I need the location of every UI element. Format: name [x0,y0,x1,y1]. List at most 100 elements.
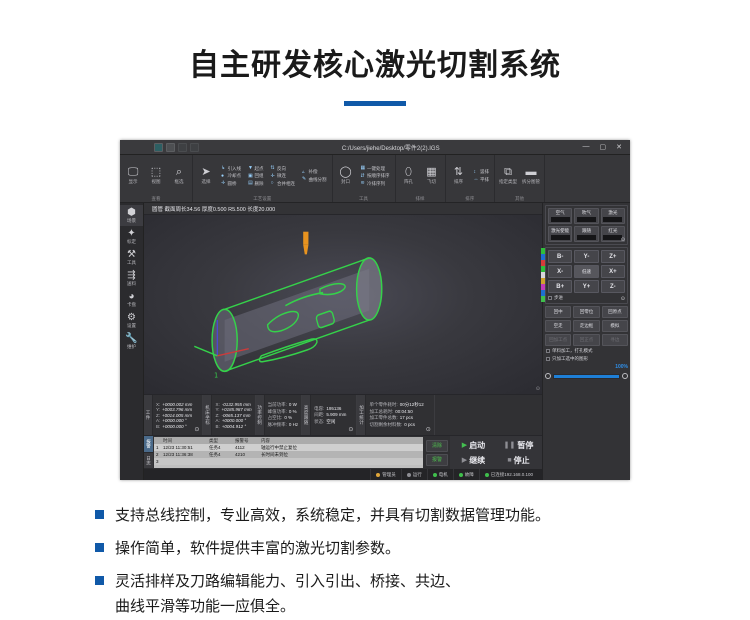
ribbon-button-display[interactable]: 🖵 显示 [123,157,143,195]
table-row[interactable]: 2 12/23 11:36:38 任务4 4210 长时间未到位 [154,451,423,458]
ribbon-item-startpoint[interactable]: ▼ 起点 [248,166,264,172]
status-tab-power[interactable]: 功率控制 [255,395,265,435]
alarm-reset-button[interactable]: 报警 [426,453,448,466]
sidebar-item-scene[interactable]: ⬢ 场景 [120,205,143,226]
ribbon-item-coldsort[interactable]: ≋ 冷排序列 [361,181,390,187]
ribbon-item-microjoint[interactable]: ✛ 微连 [271,173,296,179]
status-tab-follow[interactable]: 高度跟随 [302,395,312,435]
progress-start-icon[interactable] [545,373,551,379]
minimize-button[interactable]: — [583,143,590,151]
ribbon-button-boxselect[interactable]: ⌕ 框选 [169,157,189,195]
status-run[interactable]: 运行 [400,469,427,480]
status-motor[interactable]: 电机 [426,469,453,480]
edge-find-button[interactable]: 寻边 [601,334,628,346]
jog-speed-toggle[interactable]: 低速 [574,265,599,278]
jog-y-minus[interactable]: Y- [574,250,599,263]
follow-calibrate-button[interactable]: ⊙ [346,426,353,433]
step-checkbox[interactable] [548,296,552,300]
close-button[interactable]: ✕ [616,143,622,151]
pause-button[interactable]: ❚❚ 暂停 [496,438,541,453]
status-tab-machine[interactable]: 机床坐标 [203,395,213,435]
simulate-button[interactable]: 模拟 [601,320,628,332]
start-button[interactable]: ▶ 启动 [451,438,496,453]
option-single-material[interactable]: 单料加工，打孔模式 [545,348,628,354]
status-fault[interactable]: 故障 [452,469,479,480]
toggle-air[interactable]: 空气 [548,208,573,224]
undo-icon[interactable] [178,142,187,152]
jog-z-minus[interactable]: Z- [600,280,625,293]
sidebar-item-chuck[interactable]: ◕ 卡盘 [120,289,143,310]
ribbon-item-sortorder[interactable]: ⇵ 按顺序排序 [361,173,390,179]
jog-y-plus[interactable]: Y+ [574,280,599,293]
ribbon-item-bridge[interactable]: ✛ 圆桥 [221,181,241,187]
ribbon-button-viewmode[interactable]: ⬚ 视图 [146,157,166,195]
step-mode-row[interactable]: 步进 [548,295,625,301]
ribbon-button-settype[interactable]: ⧉ 指定类型 [498,157,518,195]
ribbon-item-horizontal[interactable]: ↔ 平排 [474,177,490,183]
resume-button[interactable]: ▶ 继续 [451,453,496,468]
workpiece-origin-button[interactable]: ⊙ [192,426,199,433]
dry-run-button[interactable]: 空走 [545,320,572,332]
single-material-checkbox[interactable] [546,349,550,353]
ribbon-item-vertical[interactable]: ↕ 竖排 [474,169,490,175]
stop-button[interactable]: ■ 停止 [496,453,541,468]
gas-settings-icon[interactable]: ⊙ [621,237,625,243]
selected-only-checkbox[interactable] [546,357,550,361]
redo-icon[interactable] [190,142,199,152]
goto-center-button[interactable]: 回中 [545,306,572,318]
table-row[interactable]: 1 12/23 11:30:51 任务4 4112 轴运行中禁止复位 [154,444,423,451]
status-tab-workpiece[interactable]: 工件 [144,395,153,435]
ribbon-item-coolpoint[interactable]: ● 冷却点 [221,173,241,179]
goto-workpoint-button[interactable]: 回加工点 [545,334,572,346]
open-file-icon[interactable] [154,142,163,152]
progress-bar[interactable] [553,373,620,379]
ribbon-button-flycut[interactable]: ▦ 飞切 [422,157,442,195]
ribbon-button-select[interactable]: ➤ 选择 [196,157,216,195]
sidebar-item-tools[interactable]: ⚒ 工具 [120,247,143,268]
toggle-laser[interactable]: 激光 [600,208,625,224]
goto-zero-button[interactable]: 回零位 [573,306,600,318]
status-tab-statistics[interactable]: 加工统计 [357,395,367,435]
toggle-blow[interactable]: 吹气 [574,208,599,224]
clear-alarms-button[interactable]: 清除 [426,439,448,452]
ribbon-item-group[interactable]: ▣ 回组 [248,173,264,179]
frame-button[interactable]: 走边框 [573,320,600,332]
ribbon-button-splittube[interactable]: ▬ 拆分图管 [521,157,541,195]
log-tab-alarm[interactable]: 报警 [144,436,153,453]
ribbon-item-leadin[interactable]: ↳ 引入线 [221,166,241,172]
jog-x-minus[interactable]: X- [548,265,573,278]
ribbon-item-reverse[interactable]: ⇅ 反向 [271,166,296,172]
log-tab-history[interactable]: 日志 [144,453,153,469]
statistics-reset-button[interactable]: ⊙ [424,426,431,433]
sidebar-item-maintenance[interactable]: 🔧 维护 [120,331,143,352]
option-selected-only[interactable]: 只加工选中的图形 [545,356,628,362]
viewport-badge[interactable]: ⊙ [536,386,540,392]
3d-viewport[interactable]: 1 ⊙ [144,215,542,394]
ribbon-button-holes[interactable]: ⬯ 阵孔 [399,157,419,195]
ribbon-button-sort[interactable]: ⇅ 排序 [449,157,469,195]
maximize-button[interactable]: ▢ [600,143,607,151]
sidebar-item-calibrate[interactable]: ✦ 标定 [120,226,143,247]
jog-b-plus[interactable]: B+ [548,280,573,293]
ribbon-item-onekey[interactable]: ▦ 一键处理 [361,166,390,172]
goto-origin-button[interactable]: 回原点 [601,306,628,318]
ribbon-item-curvesplit[interactable]: ✎ 曲线分割 [302,177,327,183]
progress-end-icon[interactable] [622,373,628,379]
toggle-laser-enable[interactable]: 激光使能 [548,226,573,242]
toggle-follow[interactable]: 跟随 [574,226,599,242]
sidebar-item-settings[interactable]: ⚙ 设置 [120,310,143,331]
ribbon-item-compensate[interactable]: ▵ 补偿 [302,169,327,175]
ribbon-item-merge[interactable]: ○ 合并相连 [271,181,296,187]
jog-z-plus[interactable]: Z+ [600,250,625,263]
save-icon[interactable] [166,142,175,152]
sidebar-item-feed[interactable]: ⇶ 送料 [120,268,143,289]
alarm-table[interactable]: 时间 类型 报警号 内容 1 12/23 11:30:51 任务4 4112 轴… [154,437,423,468]
jog-x-plus[interactable]: X+ [600,265,625,278]
jog-b-minus[interactable]: B- [548,250,573,263]
status-user[interactable]: 管理员 [370,469,401,480]
status-connection[interactable]: 已连接192.168.0.100 [478,469,538,480]
ribbon-button-seal[interactable]: ◯ 封口 [336,157,356,195]
goto-correct-button[interactable]: 回正点 [573,334,600,346]
jog-settings-icon[interactable]: ⊙ [621,296,625,302]
ribbon-item-delete[interactable]: ▤ 删除 [248,181,264,187]
